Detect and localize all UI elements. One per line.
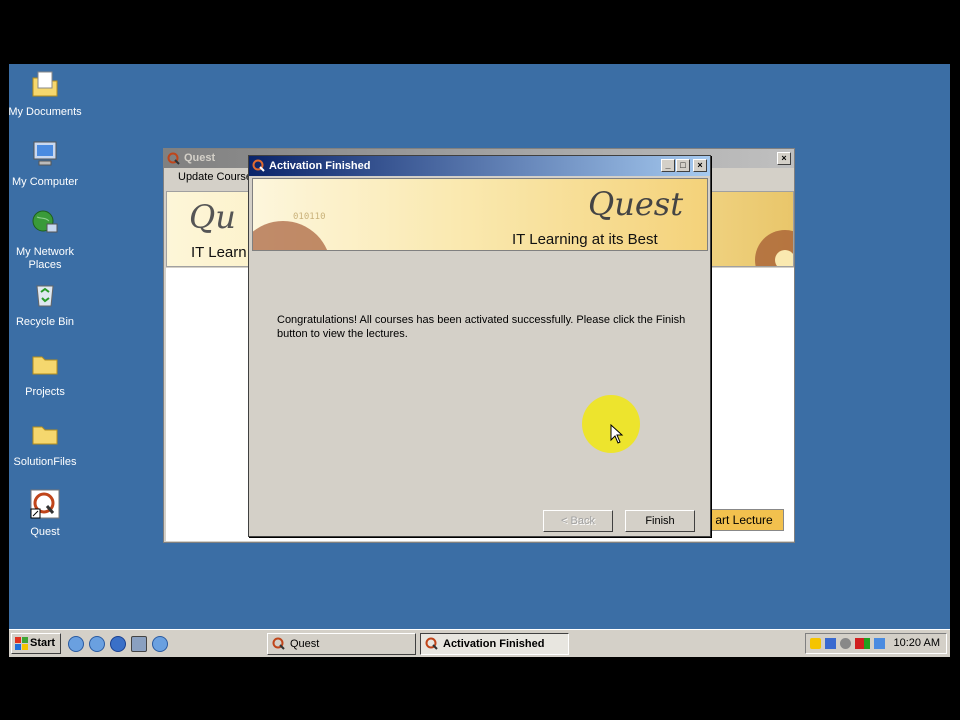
network-tray-icon[interactable] — [825, 638, 836, 649]
quicklaunch-globe-icon[interactable] — [110, 636, 126, 652]
quest-shortcut-icon — [30, 489, 60, 519]
quest-tagline: IT Learning at its Best — [512, 231, 658, 248]
back-button[interactable]: < Back — [543, 510, 613, 532]
task-label: Activation Finished — [443, 638, 545, 650]
disc-graphic-icon — [755, 230, 793, 266]
desktop-icon-label: My Computer — [11, 176, 79, 188]
clock[interactable]: 10:20 AM — [894, 634, 940, 653]
quicklaunch-ie-icon[interactable] — [89, 636, 105, 652]
dialog-banner: 010110 Quest IT Learning at its Best — [252, 178, 708, 251]
quicklaunch-ie-icon[interactable] — [68, 636, 84, 652]
my-documents-icon — [32, 71, 58, 97]
quicklaunch-network-icon[interactable] — [131, 636, 147, 652]
activation-dialog[interactable]: Activation Finished _ □ × 010110 Quest I… — [248, 155, 711, 537]
desktop-icon-recycle-bin[interactable]: Recycle Bin — [9, 278, 85, 329]
my-computer-icon — [33, 141, 57, 166]
maximize-button[interactable]: □ — [676, 159, 690, 172]
taskbar-task-activation[interactable]: Activation Finished — [420, 633, 569, 655]
mouse-pointer-icon — [610, 424, 624, 444]
desktop-icon-quest[interactable]: Quest — [9, 488, 85, 539]
desktop-icon-label: My Documents — [9, 106, 82, 118]
minimize-button[interactable]: _ — [661, 159, 675, 172]
dialog-title: Activation Finished — [269, 160, 371, 172]
task-label: Quest — [290, 638, 320, 650]
desktop-icon-label: SolutionFiles — [13, 456, 77, 468]
desktop-icon-network-places[interactable]: My Network Places — [9, 208, 85, 272]
tray-app-icon[interactable] — [864, 638, 870, 649]
quest-main-logo: Qu — [189, 198, 236, 236]
start-button[interactable]: Start — [11, 633, 61, 654]
disc-graphic-icon: 010110 — [253, 212, 328, 250]
speaker-icon[interactable] — [840, 638, 851, 649]
folder-icon — [32, 356, 58, 375]
desktop-icon-label: Recycle Bin — [15, 316, 75, 328]
quest-window-title: Quest — [184, 152, 216, 164]
dialog-title-bar[interactable]: Activation Finished _ □ × — [249, 156, 710, 176]
finish-button[interactable]: Finish — [625, 510, 695, 532]
desktop-icon-label: Projects — [25, 386, 65, 398]
desktop-icon-my-documents[interactable]: My Documents — [9, 68, 85, 119]
quest-app-icon — [425, 637, 438, 650]
network-places-icon — [32, 210, 58, 233]
recycle-bin-icon — [36, 285, 54, 307]
activation-message: Congratulations! All courses has been ac… — [277, 314, 686, 340]
menu-update-course[interactable]: Update Course — [178, 171, 252, 183]
close-button[interactable]: × — [693, 159, 707, 172]
taskbar-task-quest[interactable]: Quest — [267, 633, 416, 655]
desktop-icon-my-computer[interactable]: My Computer — [9, 138, 85, 189]
start-label: Start — [30, 637, 56, 649]
quest-close-button[interactable]: × — [777, 152, 791, 165]
quest-app-icon — [252, 159, 265, 172]
folder-icon — [32, 426, 58, 445]
desktop-icon-projects[interactable]: Projects — [9, 348, 85, 399]
display-tray-icon[interactable] — [874, 638, 885, 649]
quest-main-tagline: IT Learn — [191, 244, 247, 261]
quicklaunch-ie-icon[interactable] — [152, 636, 168, 652]
start-lecture-button[interactable]: art Lecture — [704, 509, 784, 531]
system-tray: 10:20 AM — [805, 633, 947, 654]
svg-text:010110: 010110 — [293, 212, 326, 222]
windows-logo-icon — [15, 637, 28, 650]
taskbar: Start Quest Activation Finished 10:20 AM — [9, 629, 950, 657]
desktop-icon-label: My Network Places — [15, 246, 75, 271]
quest-app-icon — [167, 152, 180, 165]
desktop-icon-label: Quest — [30, 526, 60, 538]
security-shield-icon[interactable] — [810, 638, 821, 649]
quest-logo: Quest — [588, 185, 684, 223]
desktop-icon-solutionfiles[interactable]: SolutionFiles — [9, 418, 85, 469]
quest-app-icon — [272, 637, 285, 650]
